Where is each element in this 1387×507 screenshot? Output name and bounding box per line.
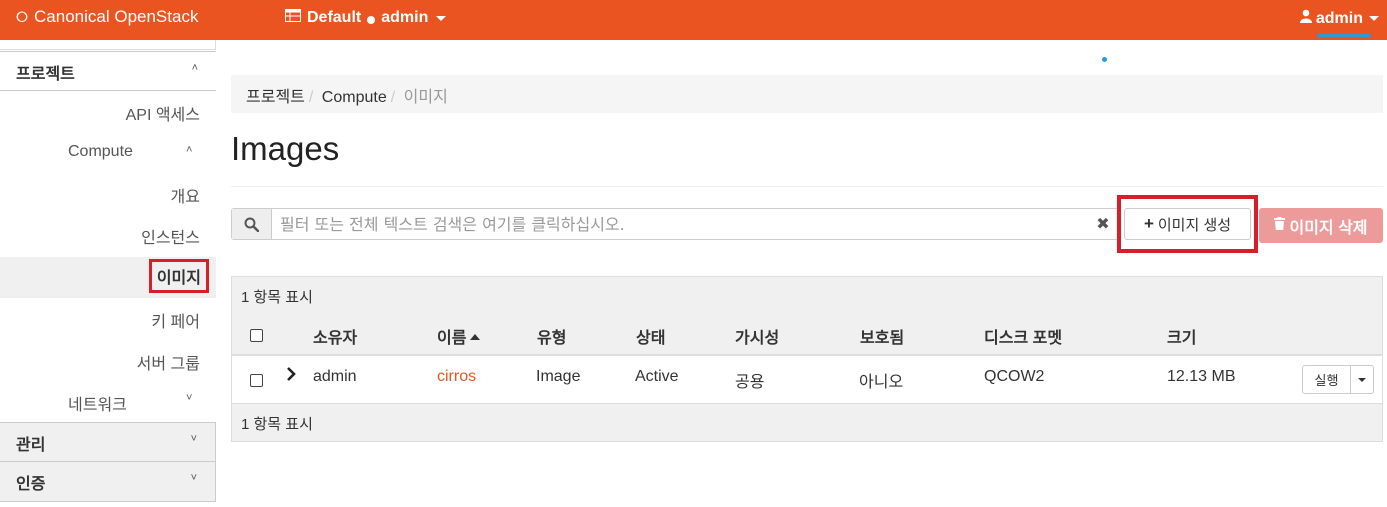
col-owner[interactable]: 소유자	[313, 324, 357, 348]
search-icon[interactable]	[232, 209, 272, 239]
sidebar-section-identity[interactable]: 인증 ˅	[0, 461, 216, 502]
filter-bar: ✖	[231, 208, 1119, 240]
sidebar-top-edge	[0, 40, 216, 50]
breadcrumb-separator: /	[390, 89, 396, 106]
breadcrumb-compute[interactable]: Compute	[322, 89, 387, 106]
chevron-down-icon: ˅	[190, 472, 197, 484]
cell-name-link[interactable]: cirros	[437, 368, 476, 386]
delete-images-button[interactable]: 이미지 삭제	[1259, 208, 1383, 243]
chevron-up-icon: ˄	[186, 144, 193, 156]
sidebar-item-api-access[interactable]: API 액세스	[126, 101, 200, 125]
sidebar-section-label: 프로젝트	[16, 66, 75, 83]
row-actions-dropdown[interactable]	[1351, 366, 1373, 393]
project-table-icon	[285, 9, 301, 27]
breadcrumb-project[interactable]: 프로젝트	[246, 89, 305, 106]
sidebar-item-instances[interactable]: 인스턴스	[141, 224, 200, 248]
col-size[interactable]: 크기	[1167, 324, 1196, 348]
col-protected[interactable]: 보호됨	[860, 324, 904, 348]
table-header: 소유자 이름 유형 상태 가시성 보호됨 디스크 포멧 크기	[232, 312, 1382, 356]
project-switcher[interactable]: Default admin	[285, 9, 447, 27]
cell-disk-format: QCOW2	[984, 368, 1045, 385]
breadcrumb: 프로젝트 / Compute / 이미지	[231, 75, 1383, 113]
cell-protected: 아니오	[859, 374, 904, 391]
filter-input[interactable]	[272, 209, 1088, 239]
sidebar-section-project[interactable]: 프로젝트 ˄	[0, 51, 216, 91]
cell-visibility: 공용	[735, 374, 765, 391]
sidebar-section-admin[interactable]: 관리 ˅	[0, 422, 216, 462]
chevron-down-icon	[436, 15, 447, 21]
sidebar-item-images[interactable]: 이미지	[148, 259, 209, 293]
col-type[interactable]: 유형	[537, 324, 566, 348]
chevron-up-icon: ˄	[191, 62, 198, 74]
row-checkbox[interactable]	[250, 374, 263, 387]
chevron-down-icon	[1369, 16, 1379, 21]
sort-asc-icon	[470, 334, 481, 340]
chevron-down-icon: ˅	[190, 433, 197, 445]
sidebar-item-server-groups[interactable]: 서버 그룹	[137, 350, 200, 374]
sidebar-item-label: 네트워크	[68, 397, 127, 414]
project-name: admin	[381, 9, 429, 26]
col-visibility[interactable]: 가시성	[735, 324, 779, 348]
sidebar-item-network[interactable]: 네트워크	[68, 391, 127, 415]
trash-icon	[1274, 216, 1286, 235]
page-title: Images	[231, 130, 340, 167]
sidebar: 프로젝트 ˄ API 액세스 Compute ˄ 개요 인스턴스 이미지 키 페…	[0, 40, 216, 507]
chevron-down-icon: ˅	[186, 392, 193, 404]
create-image-label: 이미지 생성	[1157, 216, 1232, 234]
sidebar-section-label: 관리	[16, 437, 46, 454]
col-disk-format[interactable]: 디스크 포멧	[984, 324, 1062, 348]
brand-name: Canonical OpenStack	[34, 7, 199, 26]
table-summary: 1 항목 표시	[232, 277, 1382, 312]
expand-row-icon[interactable]	[286, 367, 296, 386]
chevron-down-icon	[1358, 377, 1366, 382]
sidebar-item-key-pairs[interactable]: 키 페어	[151, 308, 200, 332]
sidebar-item-overview[interactable]: 개요	[171, 183, 200, 207]
ubuntu-logo-icon: ⭘	[16, 8, 29, 26]
cell-size: 12.13 MB	[1167, 368, 1236, 385]
top-navbar: ⭘ Canonical OpenStack Default admin admi…	[0, 0, 1387, 40]
breadcrumb-separator: /	[308, 89, 314, 106]
cell-type: Image	[536, 368, 581, 385]
separator-dot	[367, 15, 376, 24]
sidebar-item-compute[interactable]: Compute	[68, 143, 133, 161]
cell-owner: admin	[313, 368, 357, 385]
user-icon	[1299, 9, 1312, 28]
brand[interactable]: ⭘ Canonical OpenStack	[16, 7, 198, 27]
user-menu-underline	[1317, 34, 1371, 37]
cell-status: Active	[635, 368, 679, 385]
select-all-checkbox[interactable]	[250, 329, 263, 342]
user-menu[interactable]: admin	[1299, 9, 1379, 28]
table-footer: 1 항목 표시	[232, 403, 1382, 441]
domain-name: Default	[307, 9, 362, 26]
breadcrumb-current: 이미지	[403, 89, 448, 106]
title-divider	[231, 186, 1383, 187]
col-name-label: 이름	[437, 330, 467, 347]
delete-images-label: 이미지 삭제	[1289, 219, 1368, 237]
row-actions: 실행	[1302, 365, 1374, 394]
clear-filter-icon[interactable]: ✖	[1088, 209, 1118, 239]
user-name: admin	[1315, 9, 1363, 27]
sidebar-section-label: 인증	[16, 476, 46, 493]
sidebar-item-label: Compute	[68, 143, 133, 160]
col-name[interactable]: 이름	[437, 324, 481, 348]
loading-indicator	[1102, 57, 1107, 62]
plus-icon: +	[1143, 214, 1154, 233]
images-table: 1 항목 표시 소유자 이름 유형 상태 가시성 보호됨 디스크 포멧 크기 a…	[231, 276, 1383, 442]
table-row: admin cirros Image Active 공용 아니오 QCOW2 1…	[232, 356, 1382, 403]
launch-button[interactable]: 실행	[1303, 366, 1351, 393]
create-image-button[interactable]: + 이미지 생성	[1124, 208, 1251, 240]
col-status[interactable]: 상태	[636, 324, 665, 348]
